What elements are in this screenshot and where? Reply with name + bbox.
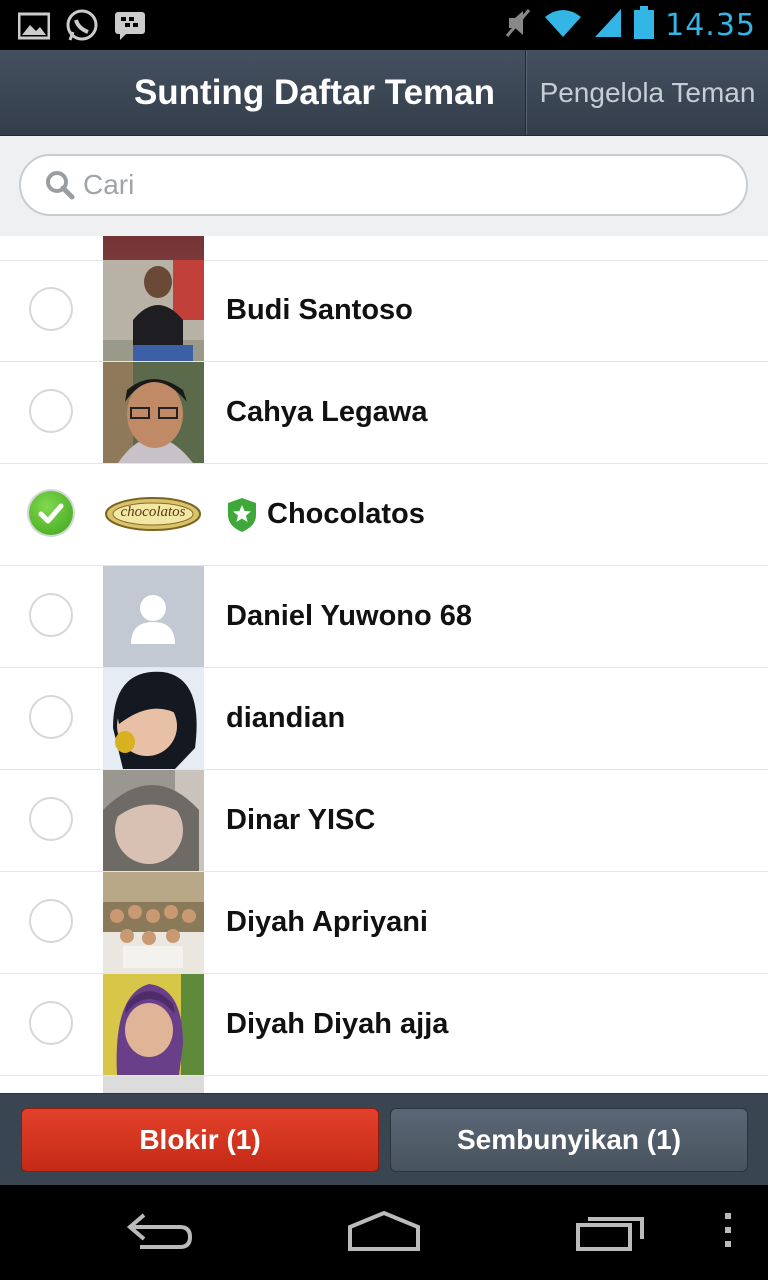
select-checkbox[interactable] bbox=[29, 593, 73, 637]
avatar bbox=[103, 236, 204, 260]
avatar bbox=[103, 260, 204, 361]
hide-button[interactable]: Sembunyikan (1) bbox=[390, 1108, 748, 1172]
action-bar: Blokir (1) Sembunyikan (1) bbox=[0, 1093, 768, 1186]
select-checkbox[interactable] bbox=[29, 389, 73, 433]
list-item[interactable]: diandian bbox=[0, 668, 768, 770]
list-item[interactable]: Diyah Diyah ajja bbox=[0, 974, 768, 1076]
friend-list[interactable]: Budi Santoso Cahya Legawa chocolatos Cho… bbox=[0, 236, 768, 1093]
whatsapp-icon bbox=[64, 8, 100, 49]
title-bar: Sunting Daftar Teman Pengelola Teman bbox=[0, 50, 768, 136]
select-checkbox[interactable] bbox=[29, 287, 73, 331]
list-item-partial bbox=[0, 1076, 768, 1093]
official-badge-icon bbox=[226, 497, 258, 538]
select-checkbox[interactable] bbox=[29, 899, 73, 943]
avatar bbox=[103, 668, 204, 769]
avatar bbox=[103, 1076, 204, 1093]
search-input[interactable] bbox=[83, 156, 683, 214]
wifi-icon bbox=[543, 7, 583, 44]
chocolatos-logo: chocolatos bbox=[121, 504, 186, 520]
avatar bbox=[103, 974, 204, 1075]
avatar: chocolatos bbox=[103, 464, 204, 565]
avatar bbox=[103, 770, 204, 871]
avatar bbox=[103, 872, 204, 973]
search-box[interactable] bbox=[19, 154, 748, 216]
list-item[interactable]: Diyah Apriyani bbox=[0, 872, 768, 974]
battery-icon bbox=[633, 6, 655, 45]
bbm-icon bbox=[114, 11, 146, 46]
list-item[interactable]: Daniel Yuwono 68 bbox=[0, 566, 768, 668]
friend-name: Budi Santoso bbox=[226, 294, 413, 326]
friend-name: Diyah Apriyani bbox=[226, 906, 428, 938]
avatar bbox=[103, 362, 204, 463]
block-button[interactable]: Blokir (1) bbox=[21, 1108, 379, 1172]
search-icon bbox=[45, 170, 75, 205]
friend-name: diandian bbox=[226, 702, 346, 734]
select-checkbox[interactable] bbox=[29, 695, 73, 739]
list-item[interactable]: Dinar YISC bbox=[0, 770, 768, 872]
clock: 14.35 bbox=[665, 8, 756, 43]
friend-name: Dinar YISC bbox=[226, 804, 376, 836]
back-icon[interactable] bbox=[124, 1207, 196, 1258]
default-avatar-icon bbox=[103, 566, 204, 667]
select-checkbox[interactable] bbox=[29, 491, 73, 535]
page-title: Sunting Daftar Teman bbox=[133, 73, 495, 112]
list-item[interactable]: chocolatos Chocolatos bbox=[0, 464, 768, 566]
friend-name: Diyah Diyah ajja bbox=[226, 1008, 449, 1040]
recent-apps-icon[interactable] bbox=[574, 1207, 648, 1258]
navigation-bar bbox=[0, 1185, 768, 1280]
signal-icon bbox=[593, 7, 623, 44]
friend-name: Chocolatos bbox=[267, 498, 425, 530]
list-item-partial bbox=[0, 236, 768, 261]
select-checkbox[interactable] bbox=[29, 1001, 73, 1045]
select-checkbox[interactable] bbox=[29, 797, 73, 841]
list-item[interactable]: Budi Santoso bbox=[0, 260, 768, 362]
list-item[interactable]: Cahya Legawa bbox=[0, 362, 768, 464]
gallery-icon bbox=[17, 11, 51, 46]
status-bar: 14.35 bbox=[0, 0, 768, 50]
friend-name: Cahya Legawa bbox=[226, 396, 428, 428]
menu-overflow-icon[interactable] bbox=[722, 1207, 734, 1258]
manage-friends-button[interactable]: Pengelola Teman bbox=[525, 50, 768, 135]
search-bar bbox=[0, 136, 768, 236]
mute-icon bbox=[503, 6, 533, 45]
check-icon bbox=[38, 503, 64, 524]
home-icon[interactable] bbox=[346, 1207, 422, 1258]
friend-name: Daniel Yuwono 68 bbox=[226, 600, 473, 632]
